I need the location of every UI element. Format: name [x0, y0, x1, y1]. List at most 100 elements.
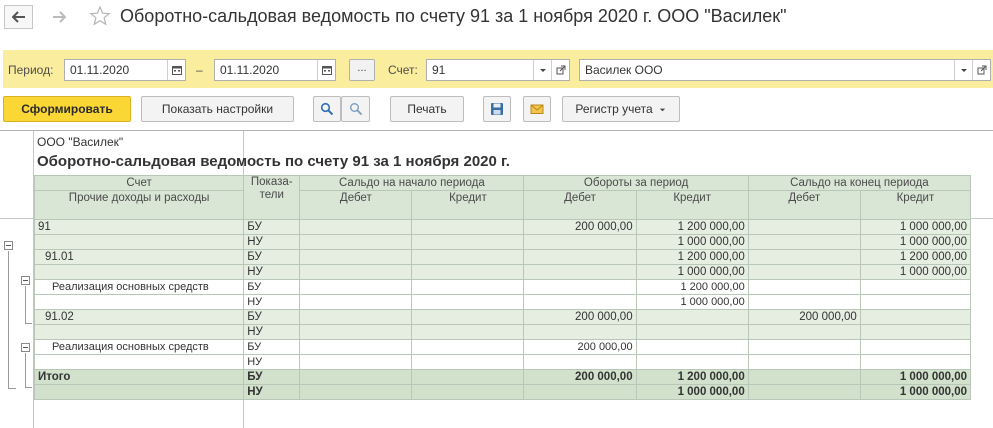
opening-credit-cell — [411, 249, 525, 265]
turnover-credit-cell: 1 000 000,00 — [635, 234, 749, 250]
account-open-button[interactable] — [551, 60, 569, 80]
account-cell — [33, 294, 245, 310]
forward-button[interactable] — [44, 5, 73, 29]
generate-button[interactable]: Сформировать — [3, 96, 131, 122]
opening-debit-cell — [299, 294, 413, 310]
organization-open-button[interactable] — [972, 60, 990, 80]
open-form-icon — [556, 65, 565, 75]
table-row[interactable]: 91.02 БУ 200 000,00 200 000,00 — [33, 309, 972, 325]
indicator-cell: БУ — [243, 249, 301, 265]
table-row[interactable]: Реализация основных средств БУ 200 000,00 — [33, 339, 972, 355]
header-credit: Кредит — [635, 190, 749, 220]
open-form-icon — [977, 65, 986, 75]
opening-credit-cell — [411, 354, 525, 370]
closing-debit-cell — [747, 279, 861, 295]
search-button[interactable] — [313, 96, 341, 122]
date-from-field[interactable]: 01.11.2020 — [64, 59, 186, 81]
opening-credit-cell — [411, 219, 525, 235]
organization-dropdown-button[interactable] — [954, 60, 972, 80]
opening-credit-cell — [411, 339, 525, 355]
closing-debit-cell — [747, 339, 861, 355]
indicator-cell: НУ — [243, 234, 301, 250]
table-row[interactable]: 91.01 БУ 1 200 000,00 1 200 000,00 — [33, 249, 972, 265]
indicator-cell: БУ — [243, 219, 301, 235]
indicator-cell: БУ — [243, 339, 301, 355]
turnover-debit-cell — [523, 354, 637, 370]
chevron-down-icon — [960, 69, 967, 72]
account-cell: Реализация основных средств — [33, 279, 245, 295]
indicator-cell: НУ — [243, 384, 301, 400]
header-closing-balance: Сальдо на конец периода — [747, 175, 972, 191]
account-dropdown-button[interactable] — [533, 60, 551, 80]
turnover-debit-cell — [523, 279, 637, 295]
header-account: Счет — [33, 175, 245, 191]
turnover-debit-cell — [523, 264, 637, 280]
opening-credit-cell — [411, 294, 525, 310]
save-button[interactable] — [483, 96, 511, 122]
calendar-button[interactable] — [317, 60, 335, 80]
header-indicators: Показа- тели — [243, 175, 301, 220]
search-cancel-button[interactable] — [341, 96, 370, 122]
collapse-group-button[interactable] — [4, 241, 13, 250]
tree-line — [8, 251, 9, 389]
table-row[interactable]: НУ 1 000 000,00 1 000 000,00 — [33, 264, 972, 280]
closing-debit-cell — [747, 219, 861, 235]
table-row[interactable]: НУ 1 000 000,00 — [33, 294, 972, 310]
turnover-debit-cell: 200 000,00 — [523, 369, 637, 385]
toolbar: Сформировать Показать настройки Печать Р… — [0, 96, 993, 124]
total-row[interactable]: НУ 1 000 000,00 1 000 000,00 — [33, 384, 972, 400]
closing-credit-cell: 1 000 000,00 — [859, 384, 972, 400]
indicator-cell: НУ — [243, 354, 301, 370]
closing-credit-cell — [859, 339, 972, 355]
closing-credit-cell — [859, 279, 972, 295]
closing-debit-cell — [747, 234, 861, 250]
star-icon[interactable] — [89, 5, 111, 27]
account-cell: 91.02 — [33, 309, 245, 325]
account-cell: Итого — [33, 369, 245, 385]
total-row[interactable]: Итого БУ 200 000,00 1 200 000,00 1 000 000,0… — [33, 369, 972, 385]
back-button[interactable] — [4, 5, 33, 29]
account-field[interactable]: 91 — [426, 59, 570, 81]
table-row[interactable]: НУ — [33, 354, 972, 370]
search-icon — [320, 102, 334, 116]
closing-debit-cell — [747, 369, 861, 385]
opening-credit-cell — [411, 384, 525, 400]
turnover-debit-cell — [523, 384, 637, 400]
show-settings-button[interactable]: Показать настройки — [141, 96, 294, 122]
collapse-group-button[interactable] — [21, 276, 30, 285]
date-to-field[interactable]: 01.11.2020 — [214, 59, 336, 81]
table-row[interactable]: НУ — [33, 324, 972, 340]
calendar-button[interactable] — [167, 60, 185, 80]
opening-credit-cell — [411, 324, 525, 340]
turnover-credit-cell: 1 200 000,00 — [635, 249, 749, 265]
table-row[interactable]: НУ 1 000 000,00 1 000 000,00 — [33, 234, 972, 250]
account-cell — [33, 324, 245, 340]
tree-line — [25, 286, 26, 324]
indicator-cell: БУ — [243, 369, 301, 385]
turnover-credit-cell — [635, 354, 749, 370]
turnover-debit-cell — [523, 234, 637, 250]
send-email-button[interactable] — [523, 96, 551, 122]
opening-debit-cell — [299, 234, 413, 250]
period-dash: – — [196, 63, 203, 77]
closing-credit-cell: 1 200 000,00 — [859, 249, 972, 265]
turnover-credit-cell — [635, 324, 749, 340]
tree-line — [25, 323, 32, 324]
report-organization: ООО "Василек" — [37, 135, 124, 149]
print-button[interactable]: Печать — [390, 96, 464, 122]
chevron-down-icon — [539, 69, 546, 72]
organization-field[interactable]: Василек ООО — [579, 59, 991, 81]
accounting-register-menu[interactable]: Регистр учета — [562, 96, 680, 122]
period-select-button[interactable]: ... — [349, 59, 375, 81]
table-row[interactable]: Реализация основных средств БУ 1 200 000,0… — [33, 279, 972, 295]
organization-value: Василек ООО — [585, 63, 663, 77]
opening-credit-cell — [411, 234, 525, 250]
opening-credit-cell — [411, 369, 525, 385]
turnover-debit-cell — [523, 249, 637, 265]
turnover-credit-cell — [635, 339, 749, 355]
account-cell: 91 — [33, 219, 245, 235]
opening-debit-cell — [299, 309, 413, 325]
turnover-debit-cell: 200 000,00 — [523, 219, 637, 235]
collapse-group-button[interactable] — [21, 343, 30, 352]
table-row[interactable]: 91 БУ 200 000,00 1 200 000,00 1 000 000,00 — [33, 219, 972, 235]
